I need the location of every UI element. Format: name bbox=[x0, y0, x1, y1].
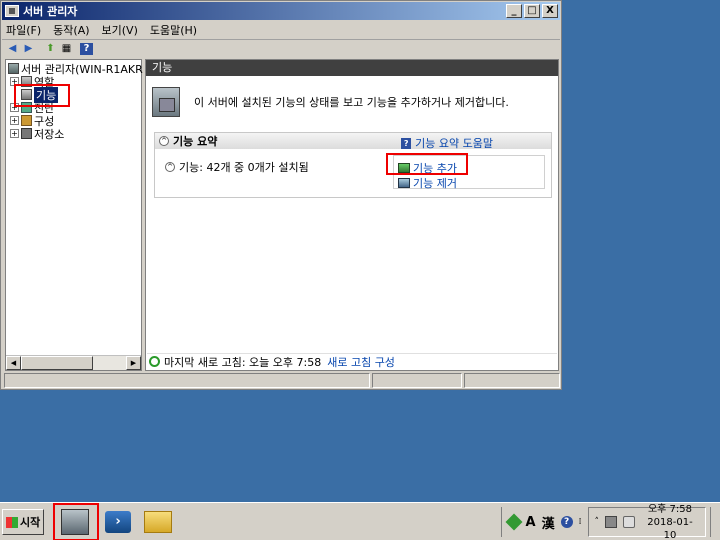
toolbar: ◀ ▶ ⬆ ▦ ? bbox=[2, 41, 560, 57]
scroll-thumb[interactable] bbox=[21, 356, 93, 370]
last-refresh-text: 마지막 새로 고침: 오늘 오후 7:58 bbox=[164, 355, 322, 369]
menu-view[interactable]: 보기(V) bbox=[102, 22, 138, 38]
ime-alpha-mode[interactable]: A bbox=[526, 515, 536, 530]
forward-arrow-icon[interactable]: ▶ bbox=[22, 43, 35, 55]
server-manager-window: 서버 관리자 _ □ X 파일(F) 동작(A) 보기(V) 도움말(H) ◀ … bbox=[0, 0, 562, 390]
window-status-bar bbox=[4, 373, 560, 388]
features-summary-section: ^ 기능 요약 ? 기능 요약 도움말 ^ 기능: 42개 중 0개가 설치됨 … bbox=[154, 132, 552, 198]
collapse-icon[interactable]: ^ bbox=[165, 162, 175, 172]
clock-date: 2018-01-10 bbox=[647, 516, 693, 540]
features-summary-help-link[interactable]: ? 기능 요약 도움말 bbox=[401, 135, 493, 151]
maximize-button[interactable]: □ bbox=[524, 4, 540, 18]
intro-text: 이 서버에 설치된 기능의 상태를 보고 기능을 추가하거나 제거합니다. bbox=[194, 96, 509, 109]
details-pane: 기능 이 서버에 설치된 기능의 상태를 보고 기능을 추가하거나 제거합니다.… bbox=[145, 59, 559, 371]
status-pane bbox=[372, 373, 462, 388]
scroll-right-icon[interactable]: ▶ bbox=[126, 356, 141, 370]
start-button[interactable]: 시작 bbox=[2, 509, 44, 535]
tree-root[interactable]: 서버 관리자(WIN-R1AKR bbox=[8, 62, 143, 76]
show-desktop-button[interactable] bbox=[710, 507, 720, 537]
ime-hanja-mode[interactable]: 漢 bbox=[542, 513, 555, 532]
volume-muted-icon[interactable] bbox=[623, 516, 635, 528]
notification-area: ˄ 오후 7:58 2018-01-10 bbox=[587, 504, 706, 540]
intro-row: 이 서버에 설치된 기능의 상태를 보고 기능을 추가하거나 제거합니다. bbox=[152, 82, 552, 122]
feature-count-text: 기능: 42개 중 0개가 설치됨 bbox=[179, 161, 309, 174]
taskbar: 시작 › A 漢 ? ⁞ ˄ 오후 7:58 2018-01-10 bbox=[0, 502, 720, 540]
highlight-box bbox=[53, 503, 99, 540]
storage-icon bbox=[21, 128, 32, 139]
server-icon bbox=[8, 63, 19, 74]
collapse-icon[interactable]: ^ bbox=[159, 136, 169, 146]
powershell-icon: › bbox=[105, 511, 131, 533]
ime-mode-icon[interactable] bbox=[505, 513, 523, 531]
highlight-box bbox=[386, 153, 468, 175]
language-bar: A 漢 ? ⁞ bbox=[500, 507, 588, 537]
remove-features-label: 기능 제거 bbox=[413, 177, 457, 190]
remove-features-link[interactable]: 기능 제거 bbox=[398, 175, 457, 191]
system-tray: A 漢 ? ⁞ ˄ 오후 7:58 2018-01-10 bbox=[500, 504, 720, 540]
title-bar[interactable]: 서버 관리자 _ □ X bbox=[2, 2, 560, 20]
highlight-box bbox=[14, 84, 70, 107]
show-hidden-icons-icon[interactable]: ˄ bbox=[595, 517, 600, 527]
start-label: 시작 bbox=[20, 516, 41, 529]
remove-features-icon bbox=[398, 178, 410, 188]
status-pane bbox=[4, 373, 370, 388]
network-icon[interactable] bbox=[605, 516, 617, 528]
ime-help-icon[interactable]: ? bbox=[560, 516, 573, 528]
folder-icon bbox=[144, 511, 172, 533]
taskbar-powershell[interactable]: › bbox=[98, 506, 138, 538]
server-manager-icon bbox=[5, 5, 19, 17]
refresh-icon[interactable] bbox=[149, 356, 160, 367]
up-level-icon[interactable]: ⬆ bbox=[44, 43, 57, 55]
help-link-label: 기능 요약 도움말 bbox=[415, 137, 493, 150]
taskbar-explorer[interactable] bbox=[138, 506, 178, 538]
configuration-icon bbox=[21, 115, 32, 126]
back-arrow-icon[interactable]: ◀ bbox=[6, 43, 19, 55]
section-header[interactable]: ^ 기능 요약 ? 기능 요약 도움말 bbox=[155, 133, 551, 151]
features-large-icon bbox=[152, 87, 180, 117]
windows-logo-icon bbox=[6, 516, 18, 528]
close-button[interactable]: X bbox=[542, 4, 558, 18]
tree-horizontal-scrollbar[interactable]: ◀ ▶ bbox=[6, 355, 141, 370]
expand-icon[interactable]: + bbox=[10, 116, 19, 125]
show-hide-tree-icon[interactable]: ▦ bbox=[60, 43, 73, 55]
pane-header: 기능 bbox=[146, 60, 558, 76]
configure-refresh-link[interactable]: 새로 고침 구성 bbox=[327, 354, 395, 370]
scroll-left-icon[interactable]: ◀ bbox=[6, 356, 21, 370]
help-icon[interactable]: ? bbox=[80, 43, 93, 55]
clock[interactable]: 오후 7:58 2018-01-10 bbox=[641, 503, 699, 540]
status-pane bbox=[464, 373, 560, 388]
refresh-status-bar: 마지막 새로 고침: 오늘 오후 7:58 새로 고침 구성 bbox=[147, 353, 557, 369]
clock-time: 오후 7:58 bbox=[647, 503, 693, 515]
tree-item-label: 저장소 bbox=[34, 127, 65, 141]
menu-file[interactable]: 파일(F) bbox=[6, 22, 41, 38]
tree-item-storage[interactable]: + 저장소 bbox=[10, 127, 65, 141]
console-tree: 서버 관리자(WIN-R1AKR + 역할 기능 + 진단 + 구성 + 저장소 bbox=[5, 59, 143, 371]
minimize-button[interactable]: _ bbox=[506, 4, 522, 18]
summary-row: ^ 기능: 42개 중 0개가 설치됨 bbox=[165, 159, 309, 175]
window-title: 서버 관리자 bbox=[23, 5, 78, 18]
actions-panel: 기능 추가 기능 제거 bbox=[386, 153, 545, 191]
help-icon: ? bbox=[401, 137, 412, 149]
section-title: 기능 요약 bbox=[173, 135, 218, 148]
menu-bar: 파일(F) 동작(A) 보기(V) 도움말(H) bbox=[2, 21, 560, 40]
language-bar-options-icon[interactable]: ⁞ bbox=[579, 517, 582, 527]
expand-icon[interactable]: + bbox=[10, 129, 19, 138]
menu-help[interactable]: 도움말(H) bbox=[150, 22, 197, 38]
menu-action[interactable]: 동작(A) bbox=[53, 22, 89, 38]
